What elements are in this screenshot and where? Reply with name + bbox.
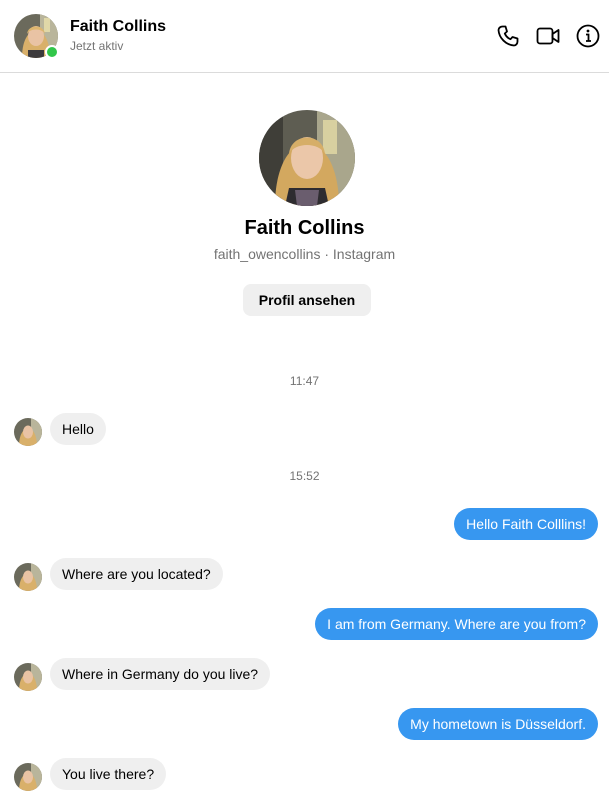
video-call-button[interactable] bbox=[534, 22, 562, 50]
incoming-message[interactable]: Hello bbox=[50, 413, 106, 445]
contact-name[interactable]: Faith Collins bbox=[70, 18, 166, 36]
view-profile-button[interactable]: Profil ansehen bbox=[243, 284, 371, 316]
contact-status: Jetzt aktiv bbox=[70, 39, 124, 53]
outgoing-message[interactable]: Hello Faith Colllins! bbox=[454, 508, 598, 540]
profile-photo bbox=[259, 110, 355, 206]
outgoing-message[interactable]: My hometown is Düsseldorf. bbox=[398, 708, 598, 740]
message-timestamp: 15:52 bbox=[289, 469, 320, 483]
avatar-photo bbox=[14, 563, 42, 591]
message-avatar[interactable] bbox=[14, 663, 42, 691]
audio-call-button[interactable] bbox=[494, 22, 522, 50]
online-status-dot bbox=[45, 45, 59, 59]
message-avatar[interactable] bbox=[14, 763, 42, 791]
avatar-photo bbox=[14, 663, 42, 691]
avatar-photo bbox=[14, 763, 42, 791]
outgoing-message[interactable]: I am from Germany. Where are you from? bbox=[315, 608, 598, 640]
incoming-message[interactable]: You live there? bbox=[50, 758, 167, 790]
info-icon bbox=[576, 24, 600, 48]
message-avatar[interactable] bbox=[14, 563, 42, 591]
conversation-info-button[interactable] bbox=[574, 22, 602, 50]
avatar-photo bbox=[14, 418, 42, 446]
message-timestamp: 11:47 bbox=[289, 374, 320, 388]
video-camera-icon bbox=[536, 27, 560, 45]
phone-icon bbox=[497, 25, 519, 47]
incoming-message[interactable]: Where are you located? bbox=[50, 558, 223, 590]
chat-header: Faith Collins Jetzt aktiv bbox=[0, 0, 609, 73]
chat-window: Faith Collins Jetzt aktiv Faith Collins … bbox=[0, 0, 609, 802]
incoming-message[interactable]: Where in Germany do you live? bbox=[50, 658, 271, 690]
profile-username-source: faith_owencollins · Instagram bbox=[213, 246, 396, 262]
profile-name: Faith Collins bbox=[244, 217, 365, 239]
message-avatar[interactable] bbox=[14, 418, 42, 446]
profile-avatar[interactable] bbox=[259, 110, 355, 206]
